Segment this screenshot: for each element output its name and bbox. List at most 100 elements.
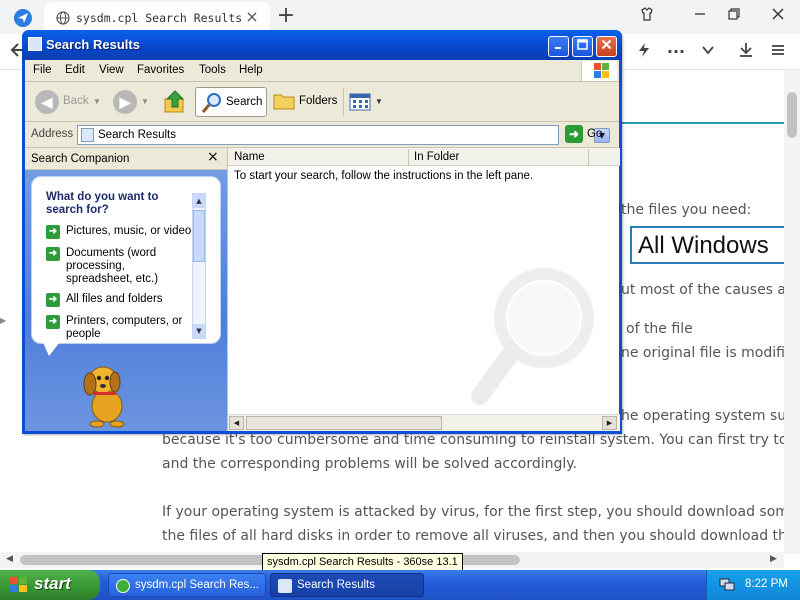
page-search-box[interactable]: All Windows xyxy=(630,226,790,264)
green-arrow-icon: ➜ xyxy=(46,247,60,261)
start-label: start xyxy=(34,574,71,593)
results-instructions: To start your search, follow the instruc… xyxy=(234,170,534,182)
taskbar-tooltip: sysdm.cpl Search Results - 360se 13.1 xyxy=(262,553,463,571)
up-folder-button[interactable] xyxy=(161,87,187,117)
scroll-thumb[interactable] xyxy=(246,416,442,430)
window-icon xyxy=(28,37,42,51)
scroll-left-icon[interactable]: ◀ xyxy=(6,554,13,564)
browser-logo-icon[interactable] xyxy=(14,9,32,27)
scroll-right-icon[interactable]: ▶ xyxy=(770,554,777,564)
search-icon xyxy=(201,93,221,113)
bubble-scrollbar[interactable]: ▲ ▼ xyxy=(192,193,206,339)
window-title-bar[interactable]: Search Results xyxy=(22,30,622,60)
scroll-left-icon[interactable]: ◀ xyxy=(229,416,244,430)
chevron-down-icon[interactable] xyxy=(698,42,718,62)
page-text-line: because it's too cumbersome and time con… xyxy=(162,432,800,448)
search-companion-title: Search Companion xyxy=(31,153,130,165)
up-folder-icon xyxy=(164,90,185,113)
menu-edit[interactable]: Edit xyxy=(65,64,85,76)
search-companion-pane: Search Companion × What do you want to s… xyxy=(25,148,227,431)
start-button[interactable]: start xyxy=(0,570,100,600)
close-button[interactable] xyxy=(596,36,617,57)
back-label: Back xyxy=(63,95,89,107)
scroll-thumb[interactable] xyxy=(193,210,205,262)
views-button[interactable]: ▼ xyxy=(349,87,385,117)
menu-view[interactable]: View xyxy=(99,64,124,76)
address-value: Search Results xyxy=(98,129,176,141)
browser-360-icon xyxy=(116,579,130,593)
taskbar: start sysdm.cpl Search Res... Search Res… xyxy=(0,570,800,600)
search-label: Search xyxy=(226,96,263,108)
search-toolbar-button[interactable]: Search xyxy=(195,87,267,117)
page-text-line: ne original file is modified xyxy=(621,345,800,361)
close-window-icon[interactable] xyxy=(768,6,788,26)
option-label: Printers, computers, or people xyxy=(66,315,183,340)
column-name[interactable]: Name xyxy=(234,151,265,163)
forward-arrow-icon: ▶ xyxy=(113,90,137,114)
scroll-down-icon[interactable]: ▼ xyxy=(193,324,205,338)
green-arrow-icon: ➜ xyxy=(46,293,60,307)
search-question: What do you want to search for? xyxy=(46,191,159,216)
menu-file[interactable]: File xyxy=(33,64,52,76)
minimize-button[interactable] xyxy=(548,36,569,57)
rover-dog-icon[interactable] xyxy=(75,356,135,428)
column-divider[interactable] xyxy=(588,149,589,165)
tab-title: sysdm.cpl Search Results xyxy=(76,11,243,25)
browser-tab-bar: sysdm.cpl Search Results × + xyxy=(0,0,800,34)
shirt-icon[interactable] xyxy=(637,6,657,26)
lightning-icon[interactable] xyxy=(634,42,654,62)
restore-icon[interactable] xyxy=(724,6,744,26)
windows-logo-icon xyxy=(10,577,28,593)
page-vertical-scrollbar[interactable] xyxy=(784,70,800,554)
minimize-icon[interactable] xyxy=(690,6,710,26)
scroll-right-icon[interactable]: ▶ xyxy=(602,416,617,430)
menu-bar: File Edit View Favorites Tools Help xyxy=(25,60,619,82)
column-divider[interactable] xyxy=(408,149,409,165)
new-tab-button[interactable]: + xyxy=(276,5,296,27)
page-text-line: of the file xyxy=(626,321,693,337)
green-arrow-icon: ➜ xyxy=(46,225,60,239)
page-search-text: All Windows xyxy=(638,232,769,259)
results-horizontal-scrollbar[interactable]: ◀ ▶ xyxy=(228,414,620,431)
menu-icon[interactable] xyxy=(768,42,788,62)
option-label: Pictures, music, or video xyxy=(66,225,192,237)
chevron-down-icon[interactable]: ▼ xyxy=(141,97,149,106)
close-icon[interactable]: × xyxy=(207,149,219,165)
download-icon[interactable] xyxy=(736,42,756,62)
column-in-folder[interactable]: In Folder xyxy=(414,151,459,163)
scroll-up-icon[interactable]: ▲ xyxy=(193,194,205,208)
folders-label: Folders xyxy=(299,95,338,107)
system-tray: 8:22 PM xyxy=(706,570,800,600)
side-collapse-icon[interactable]: ▶ xyxy=(0,316,6,325)
menu-favorites[interactable]: Favorites xyxy=(137,64,184,76)
menu-tools[interactable]: Tools xyxy=(199,64,226,76)
forward-button[interactable]: ▶ ▼ xyxy=(113,87,153,117)
back-arrow-icon: ◀ xyxy=(35,90,59,114)
go-label: Go xyxy=(587,128,603,140)
toolbar-separator xyxy=(343,88,344,116)
clock: 8:22 PM xyxy=(745,578,788,590)
chevron-down-icon[interactable]: ▼ xyxy=(93,97,101,106)
tab-close-icon[interactable]: × xyxy=(244,9,260,25)
network-icon[interactable] xyxy=(719,578,735,592)
folder-icon xyxy=(273,94,295,110)
menu-help[interactable]: Help xyxy=(239,64,263,76)
scroll-thumb[interactable] xyxy=(787,92,797,138)
results-pane: Name In Folder To start your search, fol… xyxy=(227,148,620,431)
back-button[interactable]: ◀ Back ▼ xyxy=(33,87,103,117)
taskbar-item-browser[interactable]: sysdm.cpl Search Res... xyxy=(108,573,266,597)
chevron-down-icon[interactable]: ▼ xyxy=(375,97,383,106)
address-input[interactable]: Search Results ▼ xyxy=(77,125,610,145)
maximize-button[interactable] xyxy=(572,36,593,57)
window-title: Search Results xyxy=(46,37,140,52)
results-column-header: Name In Folder xyxy=(228,148,620,166)
page-text-line: the files you need: xyxy=(621,202,752,218)
taskbar-item-label: sysdm.cpl Search Res... xyxy=(135,579,259,591)
search-companion-header: Search Companion × xyxy=(25,148,227,170)
option-label: Documents (word processing, spreadsheet,… xyxy=(66,247,159,285)
taskbar-item-search-results[interactable]: Search Results xyxy=(270,573,424,597)
folders-button[interactable]: Folders xyxy=(273,87,343,117)
search-options-bubble: What do you want to search for? ➜ Pictur… xyxy=(31,176,221,344)
search-results-window: Search Results File Edit View Favorites … xyxy=(22,30,622,434)
more-options-icon[interactable]: ··· xyxy=(666,42,686,62)
